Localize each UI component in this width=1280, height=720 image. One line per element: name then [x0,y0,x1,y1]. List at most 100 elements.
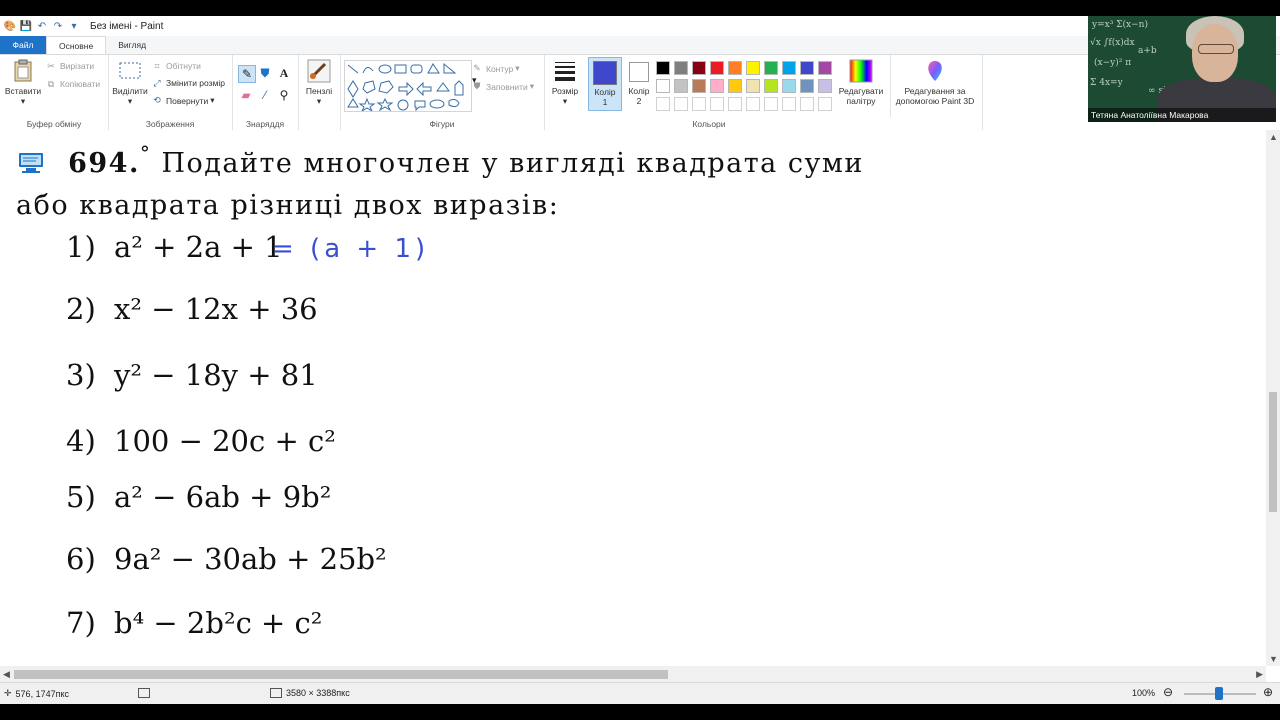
custom-color-slot[interactable] [782,97,796,111]
paste-button[interactable]: Вставити ▾ [4,59,42,106]
size-group: Розмір ▾ [544,55,584,131]
palette-color-swatch[interactable] [692,79,706,93]
palette-color-swatch[interactable] [728,79,742,93]
palette-color-swatch[interactable] [782,79,796,93]
color1-button[interactable]: Колір 1 [588,57,622,111]
save-icon[interactable]: 💾 [20,20,32,32]
crop-button[interactable]: ⌗ Обітнути [152,60,200,72]
edit-colors-button[interactable]: Редагувати палітру [836,59,886,106]
palette-color-swatch[interactable] [674,79,688,93]
palette-color-swatch[interactable] [746,61,760,75]
outline-label: Контур [486,63,514,74]
resize-button[interactable]: ⤢ Змінити розмір [152,78,225,89]
zoom-out-icon[interactable]: ⊖ [1163,685,1173,699]
zoom-in-icon[interactable]: ⊕ [1263,685,1273,699]
color2-number: 2 [636,96,642,106]
task-heading-line1: 694.° Подайте многочлен у вигляді квадра… [16,141,864,179]
cut-button[interactable]: ✂ Вирізати [46,61,95,72]
color2-button[interactable]: Колір 2 [624,58,654,106]
palette-color-swatch[interactable] [764,79,778,93]
custom-color-slot[interactable] [710,97,724,111]
palette-color-swatch[interactable] [764,61,778,75]
palette-color-swatch[interactable] [692,61,706,75]
text-tool-icon[interactable]: A [276,65,292,81]
horizontal-scrollbar[interactable]: ◀ ▶ [0,666,1266,682]
custom-color-slot[interactable] [656,97,670,111]
outline-button[interactable]: ✎ Контур ▾ [472,63,519,74]
rotate-button[interactable]: ⟲ Повернути ▾ [152,95,214,106]
select-label: Виділити [112,86,148,96]
status-bar: ✛ 576, 1747пкс 3580 × 3388пкс 100% ⊖ ⊕ [0,682,1280,704]
clipboard-icon [14,59,32,82]
exercise-expression: b⁴ − 2b²c + c² [114,606,323,640]
cut-label: Вирізати [60,61,95,71]
scroll-down-icon[interactable]: ▼ [1269,654,1278,664]
copy-button[interactable]: ⧉ Копіювати [46,79,100,90]
crop-icon: ⌗ [154,60,160,71]
palette-color-swatch[interactable] [710,61,724,75]
paint-app-icon: 🎨 [3,20,17,32]
paint-window: 🎨 💾 ↶ ↷ ▾ Без імені - Paint Файл Основне… [0,16,1280,704]
exercise-expression: 9a² − 30ab + 25b² [114,542,387,576]
palette-color-swatch[interactable] [818,79,832,93]
scroll-right-icon[interactable]: ▶ [1256,669,1263,680]
horizontal-scroll-thumb[interactable] [14,670,668,679]
custom-color-slot[interactable] [746,97,760,111]
custom-color-slot[interactable] [800,97,814,111]
custom-color-slot[interactable] [764,97,778,111]
tab-view[interactable]: Вигляд [106,36,158,54]
degree-mark: ° [139,141,152,165]
palette-color-swatch[interactable] [782,61,796,75]
tab-home[interactable]: Основне [46,36,107,54]
shapes-gallery[interactable] [344,60,472,112]
pencil-icon[interactable]: ✎ [238,65,256,83]
exercise-label: 1) [66,230,96,264]
clipboard-group: Вставити ▾ ✂ Вирізати ⧉ Копіювати Буфер … [0,55,109,131]
exercise-label: 6) [66,542,96,576]
exercise-label: 4) [66,424,96,458]
customize-quick-access-icon[interactable]: ▾ [68,20,80,32]
tab-file[interactable]: Файл [0,36,46,54]
zoom-slider-thumb[interactable] [1215,687,1223,700]
brushes-button[interactable]: Пензлі ▾ [302,59,336,106]
eraser-icon[interactable]: ▰ [238,87,254,103]
palette-color-swatch[interactable] [818,61,832,75]
canvas[interactable]: 694.° Подайте многочлен у вигляді квадра… [0,130,1266,666]
chevron-down-icon: ▾ [562,96,568,106]
size-button[interactable]: Розмір ▾ [548,59,582,106]
fill-button[interactable]: ⛊ Заповнити ▾ [472,81,534,92]
palette-color-swatch[interactable] [746,79,760,93]
selection-icon [138,688,150,698]
vertical-scrollbar[interactable]: ▲ ▼ [1266,130,1280,666]
fill-bucket-icon[interactable]: ⛊ [257,65,273,81]
palette-color-swatch[interactable] [656,79,670,93]
palette-color-swatch[interactable] [674,61,688,75]
scroll-left-icon[interactable]: ◀ [3,669,10,680]
palette-color-swatch[interactable] [728,61,742,75]
palette-color-swatch[interactable] [656,61,670,75]
zoom-level-text: 100% [1132,688,1156,698]
vertical-scroll-thumb[interactable] [1269,392,1277,512]
palette-color-swatch[interactable] [800,61,814,75]
zoom-level: 100% [1132,688,1155,698]
exercise-expression: x² − 12x + 36 [114,292,318,326]
outline-icon: ✎ [473,63,481,73]
scroll-up-icon[interactable]: ▲ [1269,132,1278,142]
custom-color-slot[interactable] [692,97,706,111]
cursor-position: ✛ 576, 1747пкс [4,688,69,699]
exercise-expression: a² − 6ab + 9b² [114,480,332,514]
custom-color-slot[interactable] [728,97,742,111]
redo-icon[interactable]: ↷ [52,20,64,32]
custom-color-slot[interactable] [818,97,832,111]
exercise-item: 5) a² − 6ab + 9b² [66,480,331,514]
select-button[interactable]: Виділити ▾ [112,59,148,106]
exercise-item: 7) b⁴ − 2b²c + c² [66,606,322,640]
custom-color-slot[interactable] [674,97,688,111]
paint3d-button[interactable]: Редагування за допомогою Paint 3D [892,59,978,106]
undo-icon[interactable]: ↶ [36,20,48,32]
palette-color-swatch[interactable] [800,79,814,93]
image-group-label: Зображення [145,119,195,129]
color-picker-icon[interactable]: ⁄ [257,87,273,103]
magnifier-icon[interactable]: ⚲ [276,87,292,103]
palette-color-swatch[interactable] [710,79,724,93]
